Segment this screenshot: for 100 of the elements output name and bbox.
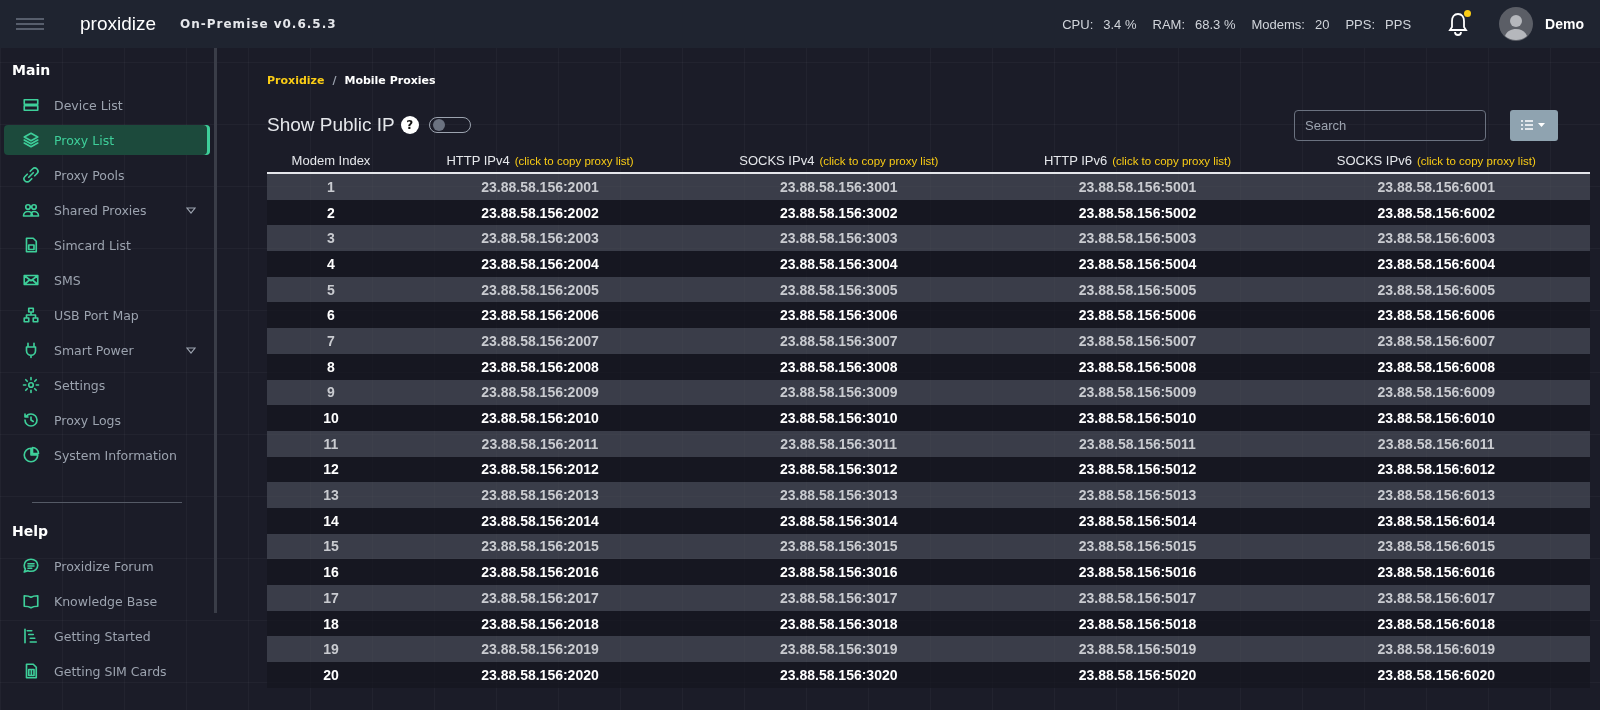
- sidebar-item[interactable]: Simcard List: [4, 230, 210, 260]
- table-cell: 23.88.58.156:5008: [1078, 358, 1197, 375]
- table-cell: 23.88.58.156:6009: [1377, 384, 1495, 401]
- sidebar-item[interactable]: Proxy Pools: [4, 160, 210, 190]
- table-cell: 7: [327, 332, 335, 349]
- table-cell: 23.88.58.156:5007: [1078, 332, 1197, 349]
- table-cell: 23.88.58.156:2018: [481, 615, 599, 632]
- stat-value: 3.4 %: [1103, 16, 1137, 32]
- table-cell: 23.88.58.156:3001: [779, 178, 898, 195]
- table-cell: 23.88.58.156:2010: [481, 410, 599, 427]
- menu-icon[interactable]: [16, 18, 44, 30]
- list-icon: [22, 627, 40, 645]
- column-header[interactable]: SOCKS IPv4 (click to copy proxy list): [685, 148, 993, 173]
- sidebar-item[interactable]: Proxy Logs: [4, 405, 210, 435]
- table-cell: 23.88.58.156:3008: [779, 358, 898, 375]
- table-cell: 23.88.58.156:2014: [481, 512, 599, 529]
- people-icon: [22, 201, 40, 219]
- table-cell: 23.88.58.156:6002: [1377, 204, 1495, 221]
- table-cell: 23.88.58.156:3005: [779, 281, 898, 298]
- table-cell: 23.88.58.156:5018: [1078, 615, 1197, 632]
- table-cell: 23.88.58.156:3019: [779, 641, 898, 658]
- table-cell: 23.88.58.156:2019: [481, 641, 599, 658]
- sidebar-item[interactable]: Proxidize Forum: [4, 551, 210, 581]
- table-cell: 23.88.58.156:6008: [1377, 358, 1495, 375]
- table-cell: 23.88.58.156:5017: [1078, 589, 1197, 606]
- sidebar-item[interactable]: SMS: [4, 265, 210, 295]
- sidebar-item[interactable]: Getting SIM Cards: [4, 656, 210, 686]
- table-cell: 23.88.58.156:3003: [779, 230, 898, 247]
- table-cell: 23.88.58.156:2012: [481, 461, 599, 478]
- table-cell: 23.88.58.156:2007: [481, 332, 599, 349]
- user-name[interactable]: Demo: [1545, 16, 1584, 32]
- table-cell: 23.88.58.156:5005: [1078, 281, 1197, 298]
- stat-label: RAM:: [1152, 16, 1186, 32]
- table-cell: 23.88.58.156:6017: [1377, 589, 1495, 606]
- settings-icon: [22, 376, 40, 394]
- table-cell: 23.88.58.156:2001: [481, 178, 599, 195]
- table-cell: 15: [323, 538, 339, 555]
- sidebar-item[interactable]: Getting Started: [4, 621, 210, 651]
- table-cell: 23.88.58.156:6001: [1377, 178, 1495, 195]
- table-cell: 23.88.58.156:2002: [481, 204, 599, 221]
- table-cell: 9: [327, 384, 335, 401]
- table-cell: 23.88.58.156:6012: [1377, 461, 1495, 478]
- table-cell: 13: [323, 487, 339, 504]
- help-badge[interactable]: ?: [400, 116, 419, 134]
- search-field[interactable]: Search: [1294, 109, 1486, 141]
- table-cell: 23.88.58.156:5015: [1078, 538, 1197, 555]
- stat-label: Modems:: [1251, 16, 1305, 32]
- table-cell: 23.88.58.156:2008: [481, 358, 599, 375]
- table-cell: 23.88.58.156:6020: [1377, 666, 1495, 683]
- table-cell: 23.88.58.156:2009: [481, 384, 599, 401]
- table-cell: 19: [323, 641, 339, 658]
- table-cell: 23.88.58.156:5010: [1078, 410, 1197, 427]
- table-cell: 23.88.58.156:6015: [1377, 538, 1495, 555]
- table-cell: 23.88.58.156:3007: [779, 332, 898, 349]
- section-title: Help: [11, 522, 50, 541]
- table-cell: 23.88.58.156:6018: [1377, 615, 1495, 632]
- breadcrumb-item[interactable]: Proxidize: [267, 73, 325, 87]
- column-header[interactable]: HTTP IPv4 (click to copy proxy list): [395, 148, 685, 173]
- table-cell: 4: [327, 255, 335, 272]
- table-cell: 23.88.58.156:5001: [1078, 178, 1197, 195]
- table-cell: 23.88.58.156:6016: [1377, 564, 1495, 581]
- table-cell: 23.88.58.156:3011: [780, 435, 898, 452]
- table-cell: 23.88.58.156:3006: [779, 307, 898, 324]
- columns-button[interactable]: [1510, 109, 1558, 141]
- table-cell: 23.88.58.156:5020: [1078, 666, 1197, 683]
- table-cell: 23.88.58.156:3013: [779, 487, 898, 504]
- sidebar-item[interactable]: Knowledge Base: [4, 586, 210, 616]
- table-cell: 23.88.58.156:5003: [1078, 230, 1197, 247]
- stat-value: 68.3 %: [1195, 16, 1236, 32]
- avatar-icon[interactable]: [1499, 7, 1534, 41]
- table-cell: 14: [323, 512, 339, 529]
- link-icon: [22, 166, 40, 184]
- table-cell: 23.88.58.156:3020: [779, 666, 898, 683]
- column-header[interactable]: HTTP IPv6 (click to copy proxy list): [992, 148, 1283, 173]
- table-cell: 23.88.58.156:5014: [1078, 512, 1197, 529]
- table-cell: 5: [327, 281, 335, 298]
- server-icon: [22, 96, 40, 114]
- version-label: On-Premise v0.6.5.3: [180, 17, 337, 31]
- table-cell: 23.88.58.156:5006: [1078, 307, 1197, 324]
- table-cell: 23.88.58.156:6007: [1377, 332, 1495, 349]
- sidebar-item[interactable]: Smart Power: [4, 335, 210, 365]
- sidebar-item[interactable]: Settings: [4, 370, 210, 400]
- sidebar-item[interactable]: Shared Proxies: [4, 195, 210, 225]
- chat-bubble-icon: [22, 557, 40, 575]
- table-cell: 11: [323, 435, 339, 452]
- table-cell: 8: [327, 358, 335, 375]
- table-cell: 23.88.58.156:6013: [1377, 487, 1495, 504]
- table-cell: 23.88.58.156:3004: [779, 255, 898, 272]
- table-cell: 23.88.58.156:2006: [481, 307, 599, 324]
- sidebar-item[interactable]: System Information: [4, 440, 210, 470]
- column-header[interactable]: SOCKS IPv6 (click to copy proxy list): [1282, 148, 1590, 173]
- table-cell: 23.88.58.156:3014: [779, 512, 898, 529]
- sidebar-item[interactable]: Device List: [4, 90, 210, 120]
- network-icon: [22, 306, 40, 324]
- bell-button[interactable]: [1447, 12, 1470, 36]
- table-cell: 23.88.58.156:3002: [779, 204, 898, 221]
- logo[interactable]: proxidize: [80, 13, 157, 35]
- sidebar-item[interactable]: Proxy List: [4, 125, 210, 155]
- sidebar-item[interactable]: USB Port Map: [4, 300, 210, 330]
- bell-icon: [1447, 12, 1470, 36]
